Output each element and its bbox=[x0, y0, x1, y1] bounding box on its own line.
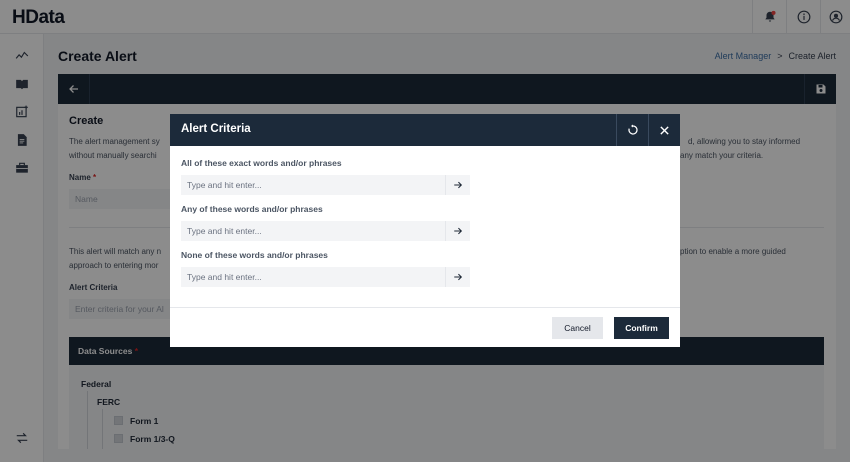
exact-words-submit-button[interactable] bbox=[445, 175, 470, 195]
arrow-right-icon bbox=[454, 181, 463, 189]
any-words-submit-button[interactable] bbox=[445, 221, 470, 241]
any-words-field bbox=[181, 221, 470, 241]
any-words-label: Any of these words and/or phrases bbox=[181, 204, 323, 214]
arrow-right-icon bbox=[454, 227, 463, 235]
exact-words-label: All of these exact words and/or phrases bbox=[181, 158, 342, 168]
reset-icon bbox=[627, 124, 638, 135]
modal-header: Alert Criteria bbox=[170, 114, 680, 146]
cancel-button[interactable]: Cancel bbox=[552, 317, 603, 339]
exact-words-field bbox=[181, 175, 470, 195]
reset-button[interactable] bbox=[616, 114, 648, 146]
arrow-right-icon bbox=[454, 273, 463, 281]
any-words-input[interactable] bbox=[181, 221, 445, 241]
none-words-input[interactable] bbox=[181, 267, 445, 287]
modal-footer-divider bbox=[170, 307, 680, 308]
none-words-label: None of these words and/or phrases bbox=[181, 250, 328, 260]
none-words-submit-button[interactable] bbox=[445, 267, 470, 287]
confirm-button[interactable]: Confirm bbox=[614, 317, 669, 339]
alert-criteria-modal: Alert Criteria All of these exact words … bbox=[170, 114, 680, 347]
close-button[interactable] bbox=[648, 114, 680, 146]
exact-words-input[interactable] bbox=[181, 175, 445, 195]
close-icon bbox=[660, 125, 669, 135]
none-words-field bbox=[181, 267, 470, 287]
modal-title: Alert Criteria bbox=[181, 123, 251, 135]
